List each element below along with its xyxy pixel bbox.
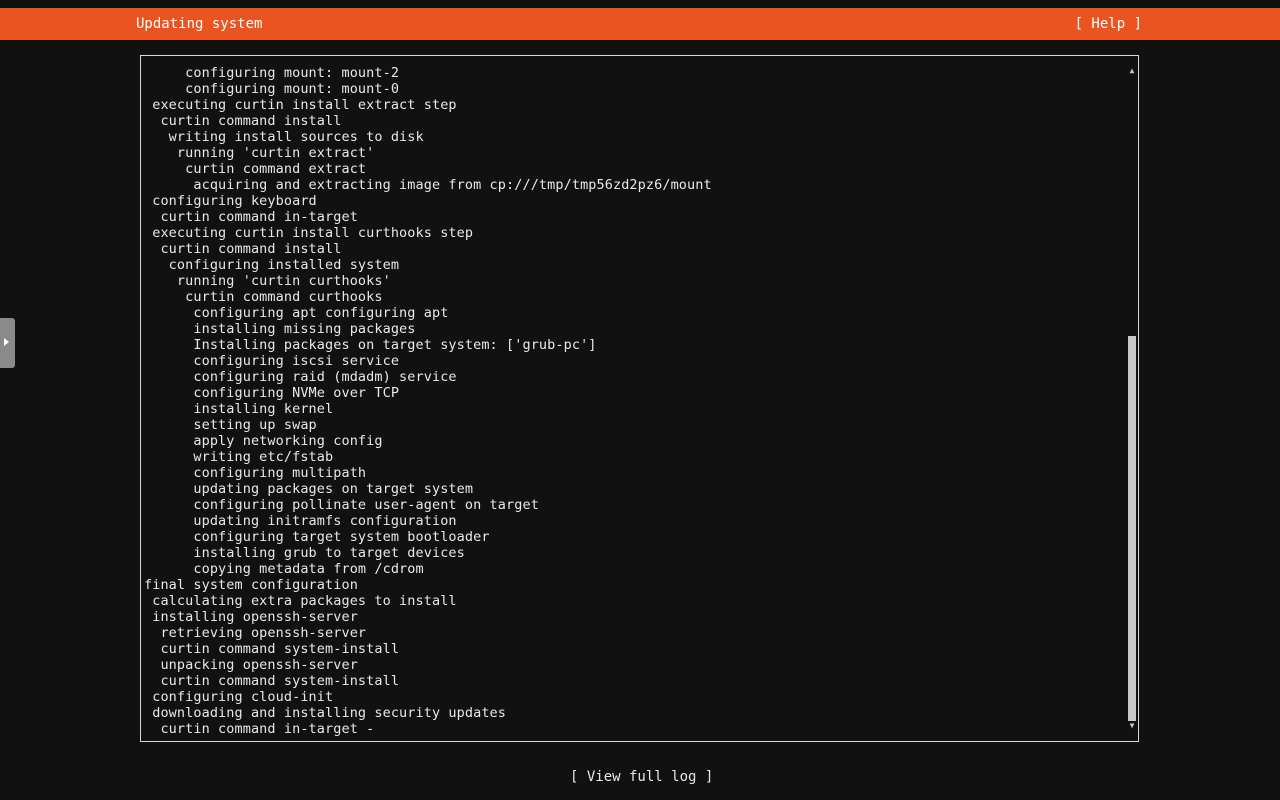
log-line: configuring mount: mount-2 (144, 65, 400, 81)
log-line: configuring cloud-init (144, 689, 334, 705)
scroll-up-icon[interactable]: ▲ (1126, 66, 1138, 76)
log-line: updating initramfs configuration (144, 513, 457, 529)
log-line: executing curtin install extract step (144, 97, 457, 113)
log-line: running 'curtin extract' (144, 145, 375, 161)
side-panel-toggle[interactable] (0, 318, 15, 368)
log-line: configuring installed system (144, 257, 400, 273)
log-line: Installing packages on target system: ['… (144, 337, 597, 353)
log-line: configuring target system bootloader (144, 529, 490, 545)
log-lines: configuring mount: mount-2 configuring m… (144, 65, 712, 737)
log-line: curtin command curthooks (144, 289, 383, 305)
log-line: configuring mount: mount-0 (144, 81, 400, 97)
log-line: writing install sources to disk (144, 129, 424, 145)
log-line: curtin command system-install (144, 641, 400, 657)
log-line: executing curtin install curthooks step (144, 225, 474, 241)
log-line: configuring multipath (144, 465, 367, 481)
install-log-panel[interactable]: configuring mount: mount-2 configuring m… (140, 55, 1139, 742)
log-line: unpacking openssh-server (144, 657, 358, 673)
scrollbar-thumb[interactable] (1128, 336, 1136, 721)
log-line: curtin command install (144, 113, 342, 129)
log-line: updating packages on target system (144, 481, 474, 497)
header-bar: Updating system [ Help ] (0, 8, 1280, 40)
log-line: copying metadata from /cdrom (144, 561, 424, 577)
log-line: curtin command system-install (144, 673, 400, 689)
log-line: setting up swap (144, 417, 317, 433)
log-line: acquiring and extracting image from cp:/… (144, 177, 712, 193)
log-line: curtin command extract (144, 161, 367, 177)
log-line: curtin command in-target - (144, 721, 375, 737)
log-line: configuring apt configuring apt (144, 305, 449, 321)
log-line: configuring raid (mdadm) service (144, 369, 457, 385)
log-line: installing missing packages (144, 321, 416, 337)
page-title: Updating system (136, 16, 263, 32)
log-line: installing grub to target devices (144, 545, 465, 561)
help-button[interactable]: [ Help ] (1075, 16, 1142, 32)
log-line: running 'curtin curthooks' (144, 273, 391, 289)
log-line: configuring keyboard (144, 193, 317, 209)
view-full-log-button[interactable]: [ View full log ] (570, 768, 713, 786)
log-line: downloading and installing security upda… (144, 705, 507, 721)
log-line: configuring NVMe over TCP (144, 385, 400, 401)
log-scrollbar[interactable]: ▲ ▼ (1126, 63, 1138, 737)
top-strip (0, 0, 1280, 8)
log-line: configuring iscsi service (144, 353, 400, 369)
log-line: retrieving openssh-server (144, 625, 367, 641)
log-line: curtin command in-target (144, 209, 358, 225)
expand-arrow-icon (4, 338, 9, 346)
log-line: calculating extra packages to install (144, 593, 457, 609)
log-line: installing openssh-server (144, 609, 358, 625)
log-line: installing kernel (144, 401, 334, 417)
log-line: apply networking config (144, 433, 383, 449)
log-line: writing etc/fstab (144, 449, 334, 465)
log-line: curtin command install (144, 241, 342, 257)
log-line: configuring pollinate user-agent on targ… (144, 497, 539, 513)
scroll-down-icon[interactable]: ▼ (1126, 721, 1138, 731)
log-line: final system configuration (144, 577, 358, 593)
